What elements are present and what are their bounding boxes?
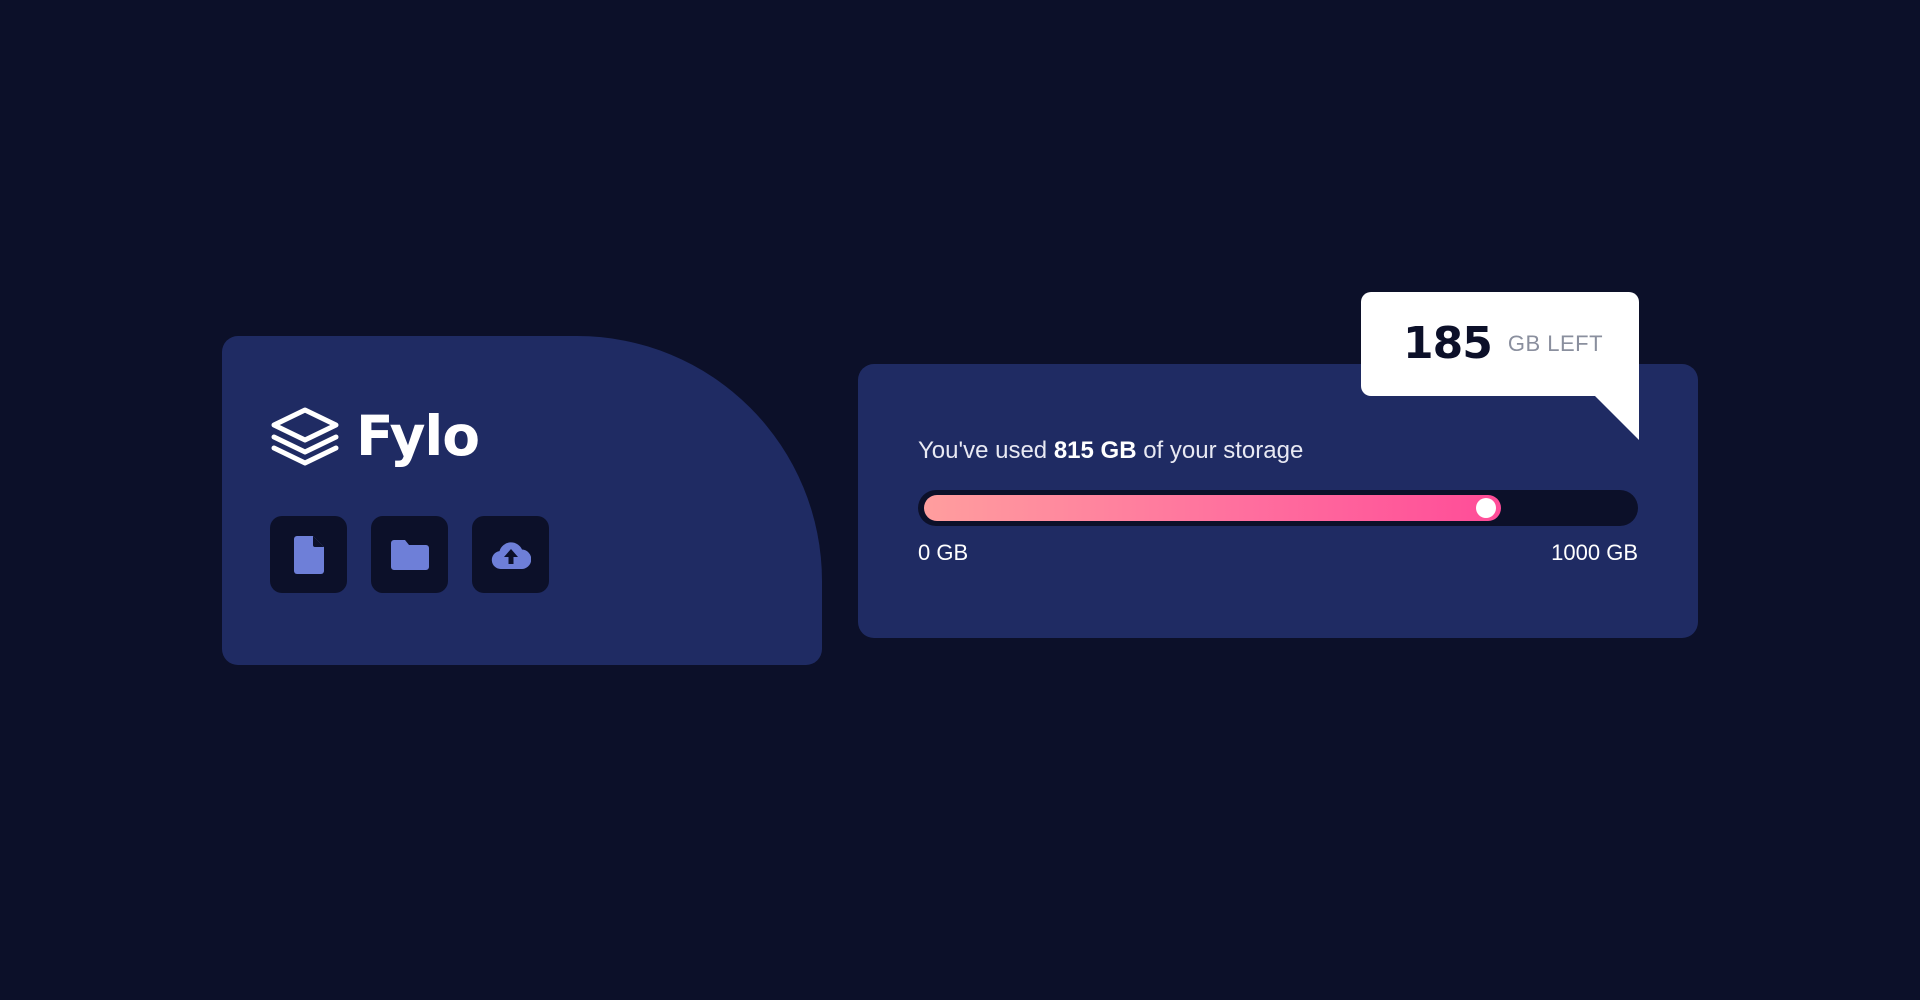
usage-value: 815 GB <box>1053 437 1137 464</box>
scale-min-label: 0 GB <box>918 540 969 565</box>
cloud-upload-icon <box>491 541 531 569</box>
brand-card: Fylo <box>222 336 822 665</box>
folder-icon <box>390 539 429 570</box>
document-button[interactable] <box>270 516 347 593</box>
brand-name: Fylo <box>356 403 480 468</box>
folder-button[interactable] <box>371 516 448 593</box>
action-buttons <box>270 516 549 593</box>
usage-suffix: of your storage <box>1143 437 1304 464</box>
progress-thumb[interactable] <box>1476 498 1496 518</box>
storage-usage-text: You've used 815 GB of your storage <box>918 437 1303 466</box>
stacked-layers-icon <box>271 407 339 466</box>
remaining-number: 185 <box>1403 318 1493 369</box>
document-icon <box>293 535 324 574</box>
storage-card: You've used 815 GB of your storage 0 GB … <box>858 364 1698 638</box>
upload-button[interactable] <box>472 516 549 593</box>
usage-prefix: You've used <box>918 437 1048 464</box>
scale-max-label: 1000 GB <box>1551 540 1638 565</box>
storage-progress-track <box>918 490 1638 526</box>
callout-tail <box>1595 396 1639 440</box>
storage-progress-fill <box>924 495 1501 521</box>
remaining-unit: GB LEFT <box>1507 331 1604 356</box>
remaining-callout: 185 GB LEFT <box>1361 292 1639 440</box>
logo: Fylo <box>270 403 480 468</box>
